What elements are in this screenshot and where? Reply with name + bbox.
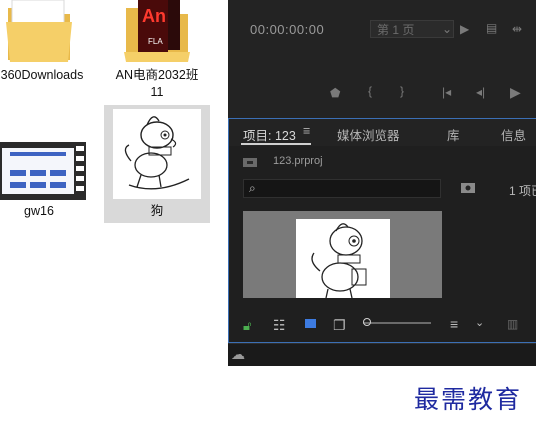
- project-bin-icon: [243, 158, 257, 167]
- program-monitor: 00:00:00:00 第 1 页 ⌄ ▶ ▤ ⇹ ⬟ { } |◂ ◂| ▶: [228, 0, 536, 112]
- lock-icon[interactable]: 🔓︎: [243, 318, 251, 334]
- active-tab-indicator: [241, 143, 311, 145]
- dog-image-thumbnail: [311, 223, 367, 298]
- search-icon: ⌕: [249, 181, 256, 195]
- desktop-item-label-line2: 11: [150, 85, 164, 99]
- play-small-icon[interactable]: ▶: [460, 22, 469, 36]
- project-panel: 项目: 123 ≡ 媒体浏览器 库 信息 123.prproj ⌕ 1 项已: [228, 118, 536, 343]
- automate-to-sequence-icon[interactable]: ▥: [507, 317, 518, 331]
- panel-tabs: 项目: 123 ≡ 媒体浏览器 库 信息: [229, 119, 536, 146]
- clip-thumbnail[interactable]: [296, 219, 390, 298]
- chevron-down-icon[interactable]: ⌄: [475, 316, 484, 329]
- item-count: 1 项已: [509, 184, 536, 198]
- tab-info[interactable]: 信息: [501, 125, 526, 144]
- menu-icon[interactable]: ≡: [303, 124, 310, 138]
- desktop-item-label: gw16: [24, 204, 54, 218]
- tab-libraries[interactable]: 库: [447, 125, 460, 144]
- watermark: 最需教育: [414, 385, 523, 414]
- desktop-item-gw16[interactable]: gw16: [0, 140, 86, 222]
- marker-icon[interactable]: ⬟: [330, 86, 340, 100]
- list-view-icon[interactable]: ☷: [273, 317, 286, 334]
- step-back-icon[interactable]: ◂|: [476, 85, 485, 99]
- sort-icon[interactable]: ≡: [450, 316, 458, 332]
- mark-in-icon[interactable]: {: [368, 84, 372, 98]
- desktop-item-dog-image[interactable]: 狗: [104, 105, 210, 223]
- status-bar: ☁︎: [228, 343, 536, 366]
- new-bin-search-icon[interactable]: [461, 182, 475, 193]
- export-frame-icon[interactable]: ▤: [486, 21, 497, 35]
- panel-toolbar: 🔓︎ ☷ ❐ ≡ ⌄ ▥: [229, 309, 536, 343]
- desktop-item-label: AN电商2032班: [115, 68, 199, 82]
- desktop-item-360downloads[interactable]: 360Downloads: [0, 0, 98, 90]
- zoom-slider-handle[interactable]: [363, 318, 371, 326]
- icon-view-icon[interactable]: [305, 319, 316, 328]
- creative-cloud-icon[interactable]: ☁︎: [231, 346, 245, 363]
- dog-image-thumbnail: [113, 109, 201, 199]
- chevron-down-icon[interactable]: ⌄: [442, 22, 452, 36]
- tab-project[interactable]: 项目: 123: [243, 125, 296, 144]
- search-input[interactable]: ⌕: [243, 179, 441, 198]
- svg-text:FLA: FLA: [148, 37, 163, 46]
- folder-icon: An FLA: [124, 0, 190, 62]
- settings-arrows-icon[interactable]: ⇹: [512, 22, 522, 36]
- zoom-slider[interactable]: [363, 322, 431, 324]
- video-thumbnail-icon: [0, 142, 86, 200]
- mark-out-icon[interactable]: }: [400, 84, 404, 98]
- desktop-item-label: 360Downloads: [0, 68, 84, 82]
- project-file-name: 123.prproj: [273, 155, 323, 167]
- freeform-view-icon[interactable]: ❐: [333, 317, 346, 334]
- folder-icon: [6, 0, 72, 62]
- desktop-item-label: 狗: [150, 204, 164, 218]
- clip-thumbnail-area[interactable]: [243, 211, 442, 298]
- desktop: 360Downloads An FLA AN电商2032班 11 gw16 狗: [0, 0, 228, 429]
- play-icon[interactable]: ▶: [510, 84, 521, 101]
- tab-media-browser[interactable]: 媒体浏览器: [337, 125, 400, 144]
- desktop-item-an-folder[interactable]: An FLA AN电商2032班 11: [104, 0, 210, 104]
- premiere-window: 00:00:00:00 第 1 页 ⌄ ▶ ▤ ⇹ ⬟ { } |◂ ◂| ▶ …: [228, 0, 536, 366]
- timecode: 00:00:00:00: [250, 22, 325, 37]
- go-to-in-icon[interactable]: |◂: [442, 85, 451, 99]
- svg-text:An: An: [142, 6, 166, 26]
